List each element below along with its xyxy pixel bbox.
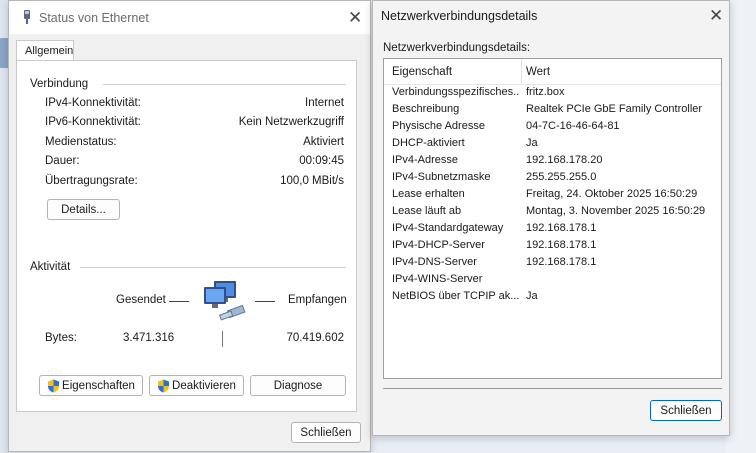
property-cell: IPv4-Adresse (392, 154, 459, 166)
property-cell: NetBIOS über TCPIP ak... (392, 290, 520, 302)
property-cell: Lease läuft ab (392, 205, 462, 217)
disable-button[interactable]: Deaktivieren (149, 375, 244, 396)
property-cell: DHCP-aktiviert (392, 137, 465, 149)
list-item[interactable]: IPv4-Subnetzmaske 255.255.255.0 (384, 169, 721, 186)
duration-value: 00:09:45 (299, 155, 344, 167)
property-cell: IPv4-WINS-Server (392, 273, 483, 285)
diagnose-button[interactable]: Diagnose (250, 375, 346, 396)
property-cell: Physische Adresse (392, 120, 485, 132)
value-cell: Ja (526, 290, 538, 302)
list-item[interactable]: IPv4-WINS-Server (384, 271, 721, 288)
tab-general[interactable]: Allgemein (16, 40, 74, 61)
list-item[interactable]: Physische Adresse 04-7C-16-46-64-81 (384, 118, 721, 135)
value-cell: 192.168.178.1 (526, 256, 597, 268)
value-cell: fritz.box (526, 86, 565, 98)
list-item[interactable]: Verbindungsspezifisches... fritz.box (384, 84, 721, 101)
value-cell: 192.168.178.1 (526, 222, 597, 234)
network-computers-icon (204, 281, 246, 321)
bytes-received-value: 70.419.602 (286, 332, 344, 344)
network-connection-details-window: Netzwerkverbindungsdetails ✕ Netzwerkver… (372, 0, 730, 436)
bytes-label: Bytes: (45, 332, 77, 344)
received-label: Empfangen (288, 294, 347, 306)
network-adapter-icon (24, 10, 30, 24)
property-cell: Lease erhalten (392, 188, 465, 200)
transfer-rate-value: 100,0 MBit/s (280, 175, 344, 187)
connection-group-divider (103, 84, 346, 85)
transfer-rate-label: Übertragungsrate: (45, 175, 138, 187)
list-header: Eigenschaft Wert (384, 59, 721, 85)
property-cell: IPv4-DNS-Server (392, 256, 477, 268)
value-cell: Realtek PCIe GbE Family Controller (526, 103, 703, 115)
desktop-background-right (726, 0, 756, 453)
property-cell: IPv4-Standardgateway (392, 222, 504, 234)
sent-label: Gesendet (116, 294, 166, 306)
close-icon[interactable]: ✕ (709, 7, 723, 24)
property-cell: Verbindungsspezifisches... (392, 86, 520, 98)
general-tab-panel: Verbindung IPv4-Konnektivität: Internet … (16, 60, 357, 412)
ipv4-connectivity-label: IPv4-Konnektivität: (45, 97, 141, 109)
value-cell: 04-7C-16-46-64-81 (526, 120, 620, 132)
bytes-sent-value: 3.471.316 (123, 332, 175, 344)
media-status-value: Aktiviert (303, 136, 344, 148)
property-cell: IPv4-DHCP-Server (392, 239, 485, 251)
shield-icon (48, 379, 60, 392)
duration-label: Dauer: (45, 155, 80, 167)
activity-group-label: Aktivität (30, 261, 71, 273)
value-cell: 192.168.178.1 (526, 239, 597, 251)
list-item[interactable]: IPv4-Standardgateway 192.168.178.1 (384, 220, 721, 237)
close-icon[interactable]: ✕ (348, 9, 362, 26)
details-button[interactable]: Details... (47, 199, 120, 220)
column-separator[interactable] (521, 59, 522, 84)
shield-icon (158, 379, 170, 392)
activity-group-divider (80, 267, 346, 268)
value-cell: Montag, 3. November 2025 16:50:29 (526, 205, 706, 217)
list-item[interactable]: DHCP-aktiviert Ja (384, 135, 721, 152)
details-list[interactable]: Eigenschaft Wert Verbindungsspezifisches… (383, 58, 722, 379)
property-cell: Beschreibung (392, 103, 460, 115)
disable-button-label: Deaktivieren (172, 379, 236, 392)
title-bar[interactable]: Status von Ethernet ✕ (9, 1, 370, 34)
details-label: Netzwerkverbindungsdetails: (383, 42, 531, 54)
list-item[interactable]: IPv4-DNS-Server 192.168.178.1 (384, 254, 721, 271)
properties-button-label: Eigenschaften (62, 379, 135, 392)
list-item[interactable]: Beschreibung Realtek PCIe GbE Family Con… (384, 101, 721, 118)
value-cell: Ja (526, 137, 538, 149)
value-cell: 255.255.255.0 (526, 171, 597, 183)
column-header-property[interactable]: Eigenschaft (392, 66, 452, 78)
received-line (255, 301, 275, 302)
activity-separator (222, 331, 223, 347)
list-item[interactable]: IPv4-DHCP-Server 192.168.178.1 (384, 237, 721, 254)
media-status-label: Medienstatus: (45, 136, 117, 148)
ipv6-connectivity-label: IPv6-Konnektivität: (45, 116, 141, 128)
ipv6-connectivity-value: Kein Netzwerkzugriff (238, 116, 344, 128)
properties-button[interactable]: Eigenschaften (39, 375, 143, 396)
title-bar[interactable]: Netzwerkverbindungsdetails ✕ (373, 1, 729, 31)
window-title: Netzwerkverbindungsdetails (381, 9, 538, 23)
ethernet-status-window: Status von Ethernet ✕ Allgemein Verbindu… (8, 0, 371, 452)
close-button[interactable]: Schließen (650, 400, 722, 421)
value-cell: Freitag, 24. Oktober 2025 16:50:29 (526, 188, 698, 200)
divider (383, 388, 722, 389)
close-button[interactable]: Schließen (291, 422, 361, 443)
list-item[interactable]: NetBIOS über TCPIP ak... Ja (384, 288, 721, 305)
property-cell: IPv4-Subnetzmaske (392, 171, 491, 183)
list-item[interactable]: Lease erhalten Freitag, 24. Oktober 2025… (384, 186, 721, 203)
list-item[interactable]: Lease läuft ab Montag, 3. November 2025 … (384, 203, 721, 220)
window-title: Status von Ethernet (39, 11, 149, 25)
column-header-value[interactable]: Wert (526, 66, 550, 78)
ipv4-connectivity-value: Internet (305, 97, 344, 109)
connection-group-label: Verbindung (30, 78, 89, 90)
sent-line (169, 301, 189, 302)
value-cell: 192.168.178.20 (526, 154, 603, 166)
list-item[interactable]: IPv4-Adresse 192.168.178.20 (384, 152, 721, 169)
